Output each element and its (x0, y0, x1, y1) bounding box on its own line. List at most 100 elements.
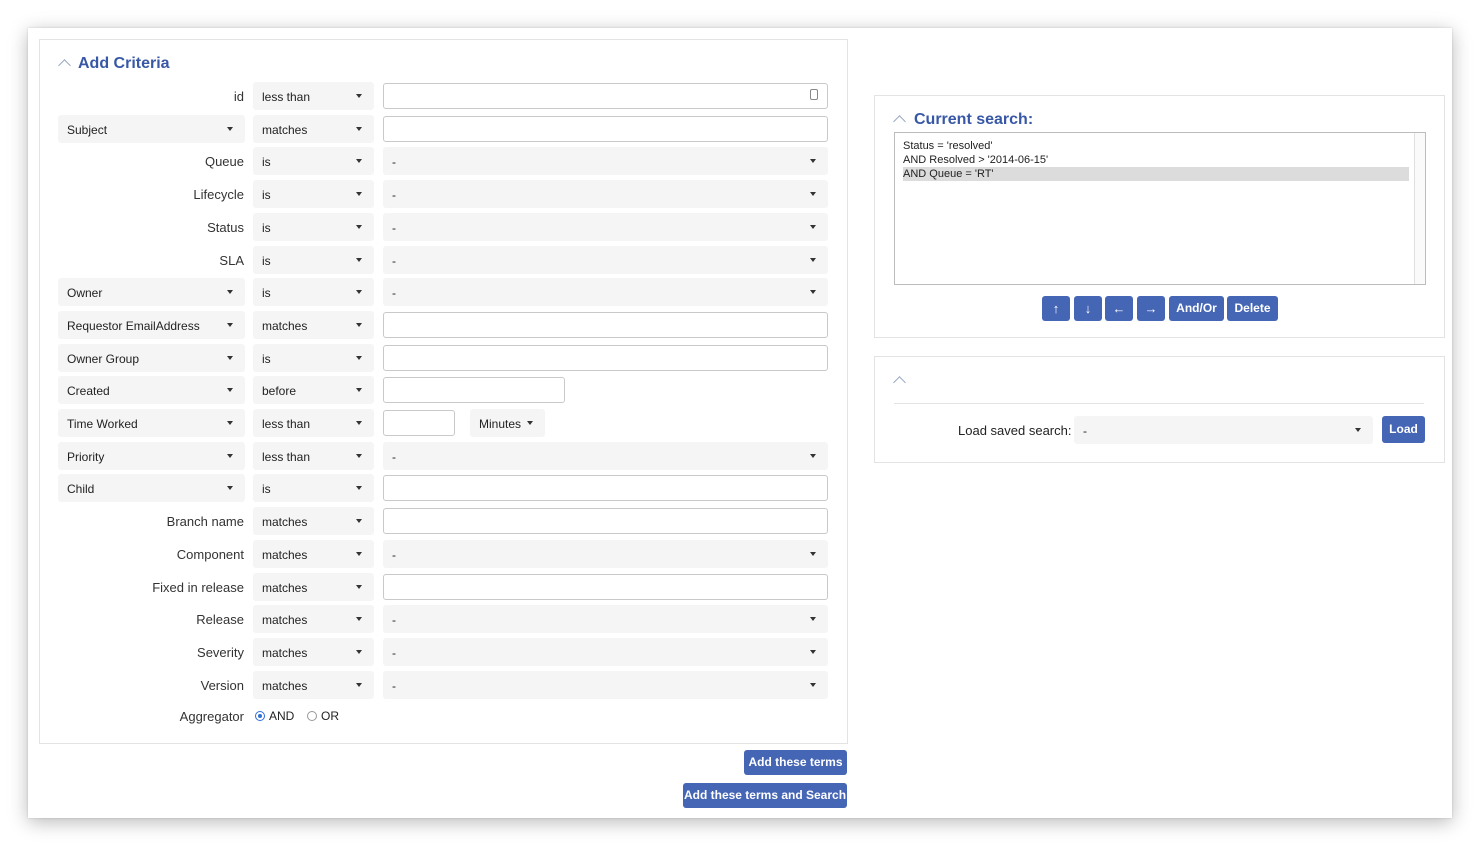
field-select[interactable]: Time Worked (58, 409, 245, 437)
field-select[interactable]: Subject (58, 115, 245, 143)
current-search-panel: Current search: Status = 'resolved' AND … (874, 95, 1445, 338)
move-down-button[interactable]: ↓ (1074, 296, 1102, 321)
field-select[interactable]: Created (58, 376, 245, 404)
value-select[interactable]: - (383, 278, 828, 306)
value-select[interactable]: - (383, 147, 828, 175)
aggregator-or-radio[interactable] (307, 711, 317, 721)
saved-search-value: - (1083, 424, 1087, 438)
operator-select[interactable]: is (253, 213, 374, 241)
value-input[interactable] (383, 508, 828, 534)
field-select[interactable]: Owner Group (58, 344, 245, 372)
move-left-button[interactable]: ← (1105, 296, 1133, 321)
dropdown-caret-icon (527, 421, 533, 425)
field-select[interactable]: Requestor EmailAddress (58, 311, 245, 339)
value-select[interactable]: - (383, 671, 828, 699)
value-select[interactable]: - (383, 638, 828, 666)
operator-select[interactable]: is (253, 147, 374, 175)
delete-button[interactable]: Delete (1227, 296, 1278, 321)
operator-select[interactable]: matches (253, 507, 374, 535)
value-input[interactable] (383, 83, 828, 109)
operator-value: less than (262, 450, 311, 464)
operator-value: matches (262, 123, 308, 137)
query-line[interactable]: Status = 'resolved' (903, 139, 993, 153)
operator-select[interactable]: is (253, 246, 374, 274)
operator-select[interactable]: less than (253, 442, 374, 470)
value-select[interactable]: - (383, 246, 828, 274)
operator-select[interactable]: less than (253, 82, 374, 110)
and-or-button[interactable]: And/Or (1169, 296, 1224, 321)
saved-search-panel: Load saved search: - Load (874, 356, 1445, 463)
operator-select[interactable]: matches (253, 638, 374, 666)
dropdown-caret-icon (356, 323, 362, 327)
value-input[interactable] (383, 345, 828, 371)
dropdown-caret-icon (810, 617, 816, 621)
dropdown-caret-icon (810, 225, 816, 229)
criteria-row: Owner is - (40, 278, 847, 306)
field-select-value: Priority (67, 450, 105, 464)
operator-value: is (262, 155, 271, 169)
value-input[interactable] (383, 312, 828, 338)
operator-select[interactable]: is (253, 344, 374, 372)
value-input[interactable] (383, 116, 828, 142)
aggregator-and-label[interactable]: AND (269, 709, 294, 723)
operator-value: matches (262, 319, 308, 333)
operator-select[interactable]: matches (253, 311, 374, 339)
field-select[interactable]: Priority (58, 442, 245, 470)
criteria-row: Component matches - (40, 540, 847, 568)
value-select[interactable]: - (383, 213, 828, 241)
aggregator-or-label[interactable]: OR (321, 709, 339, 723)
value-select[interactable]: - (383, 605, 828, 633)
aggregator-and-radio[interactable] (255, 711, 265, 721)
operator-value: matches (262, 548, 308, 562)
contact-card-icon[interactable] (810, 89, 818, 100)
unit-select[interactable]: Minutes (470, 409, 545, 437)
collapse-chevron-icon[interactable] (893, 115, 906, 128)
field-label: Queue (204, 154, 244, 169)
current-search-listbox[interactable]: Status = 'resolved' AND Resolved > '2014… (894, 132, 1426, 285)
add-terms-search-button[interactable]: Add these terms and Search (683, 783, 847, 808)
operator-value: matches (262, 515, 308, 529)
value-select[interactable]: - (383, 540, 828, 568)
add-criteria-panel: Add Criteria id less than Subject matches Qu… (39, 39, 848, 744)
operator-select[interactable]: less than (253, 409, 374, 437)
dropdown-caret-icon (810, 159, 816, 163)
listbox-scrollbar[interactable] (1414, 133, 1425, 284)
value-select[interactable]: - (383, 180, 828, 208)
collapse-chevron-icon[interactable] (893, 376, 906, 389)
criteria-row: Subject matches (40, 115, 847, 143)
field-select[interactable]: Owner (58, 278, 245, 306)
value-select-value: - (392, 548, 396, 562)
operator-select[interactable]: matches (253, 671, 374, 699)
operator-select[interactable]: before (253, 376, 374, 404)
field-label: Lifecycle (193, 187, 244, 202)
operator-select[interactable]: matches (253, 573, 374, 601)
criteria-row: Requestor EmailAddress matches (40, 311, 847, 339)
field-select[interactable]: Child (58, 474, 245, 502)
operator-select[interactable]: is (253, 180, 374, 208)
field-label: Status (207, 220, 244, 235)
move-right-button[interactable]: → (1137, 296, 1165, 321)
value-input[interactable] (383, 475, 828, 501)
query-line-selected[interactable]: AND Queue = 'RT' (903, 167, 1409, 181)
field-label: Release (196, 612, 244, 627)
operator-select[interactable]: matches (253, 540, 374, 568)
value-input[interactable] (383, 410, 455, 436)
move-up-button[interactable]: ↑ (1042, 296, 1070, 321)
saved-search-select[interactable]: - (1074, 416, 1373, 444)
operator-select[interactable]: matches (253, 115, 374, 143)
collapse-chevron-icon[interactable] (58, 59, 71, 72)
load-button[interactable]: Load (1382, 416, 1425, 443)
criteria-row: Status is - (40, 213, 847, 241)
dropdown-caret-icon (356, 192, 362, 196)
aggregator-row: Aggregator AND OR (40, 702, 847, 730)
value-select[interactable]: - (383, 442, 828, 470)
query-line[interactable]: AND Resolved > '2014-06-15' (903, 153, 1048, 167)
operator-select[interactable]: is (253, 278, 374, 306)
add-terms-button[interactable]: Add these terms (744, 750, 847, 775)
criteria-row: Child is (40, 474, 847, 502)
criteria-row: Version matches - (40, 671, 847, 699)
operator-select[interactable]: matches (253, 605, 374, 633)
operator-select[interactable]: is (253, 474, 374, 502)
value-input[interactable] (383, 377, 565, 403)
value-input[interactable] (383, 574, 828, 600)
